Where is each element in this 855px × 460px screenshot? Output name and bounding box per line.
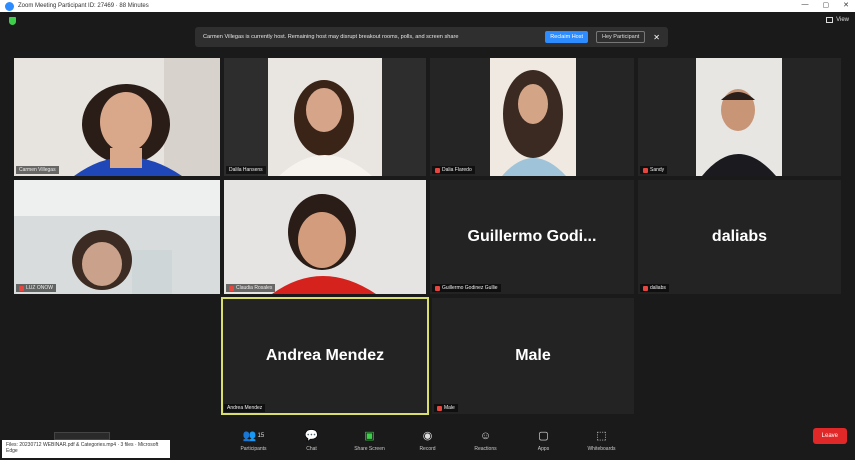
participant-display-name: Male [515, 347, 551, 364]
title-bar: Zoom Meeting Participant ID: 27469 · 88 … [0, 0, 855, 12]
name-tag: Dalila Hansens [226, 166, 266, 174]
hey-participant-button[interactable]: Hey Participant [596, 31, 646, 43]
video-tile-claudia[interactable]: Claudia Rosales [224, 180, 426, 294]
whiteboards-button[interactable]: ⬚ Whiteboards [579, 429, 625, 452]
maximize-button[interactable]: ▢ [823, 1, 830, 9]
muted-mic-icon [435, 285, 440, 291]
record-icon: ◉ [422, 430, 433, 442]
video-tile-daliabs[interactable]: daliabs daliabs [638, 180, 841, 294]
security-shield-icon[interactable] [9, 17, 16, 25]
participant-display-name: Andrea Mendez [265, 347, 385, 364]
video-tile-dalila[interactable]: Dalila Hansens [224, 58, 426, 176]
name-tag: Andrea Mendez [224, 404, 266, 412]
participant-name: daliabs [650, 285, 666, 291]
participant-name: Sandy [650, 167, 665, 173]
apps-icon: ▢ [538, 430, 549, 442]
muted-mic-icon [19, 285, 24, 291]
name-tag: Guillermo Godinez Gullie [432, 284, 501, 292]
host-banner: Carmen Villegas is currently host. Remai… [195, 27, 668, 47]
view-label: View [836, 17, 849, 23]
reactions-button[interactable]: ☺ Reactions [463, 429, 509, 452]
apps-button[interactable]: ▢ Apps [521, 429, 567, 452]
video-tile-andrea[interactable]: Andrea Mendez Andrea Mendez [221, 297, 429, 415]
participant-video [14, 180, 220, 294]
participant-name: Guillermo Godinez Gullie [442, 285, 498, 291]
participant-name: Dalia Flaredo [442, 167, 472, 173]
video-tile-carmen[interactable]: Carmen Villegas [14, 58, 220, 176]
name-tag: LUZ ONOW [16, 284, 56, 292]
participant-video [638, 58, 841, 176]
name-tag: Male [434, 404, 458, 412]
participant-name: Dalila Hansens [229, 167, 263, 173]
participant-display-name: daliabs [711, 228, 768, 245]
grid-icon [826, 17, 834, 23]
whiteboards-label: Whiteboards [587, 445, 616, 452]
participant-name: Carmen Villegas [19, 167, 56, 173]
muted-mic-icon [643, 167, 648, 173]
reclaim-host-button[interactable]: Reclaim Host [545, 31, 588, 43]
host-banner-message: Carmen Villegas is currently host. Remai… [203, 34, 459, 40]
download-notice[interactable]: Files: 20230712 WEBINAR.pdf & Categories… [2, 440, 170, 458]
share-screen-icon: ▣ [364, 430, 375, 442]
participants-button[interactable]: 👥 15 Participants [231, 429, 277, 452]
muted-mic-icon [643, 285, 648, 291]
reactions-icon: ☺ [479, 429, 492, 442]
window-title: Zoom Meeting Participant ID: 27469 · 88 … [18, 3, 149, 9]
video-tile-guillermo[interactable]: Guillermo Godi... Guillermo Godinez Gull… [430, 180, 634, 294]
reactions-label: Reactions [474, 445, 497, 452]
minimize-button[interactable]: — [802, 1, 809, 9]
name-tag: daliabs [640, 284, 669, 292]
minimized-panel[interactable] [54, 432, 110, 440]
participant-video [430, 58, 634, 176]
participant-count: 15 [257, 432, 265, 439]
chat-icon: 💬 [304, 430, 319, 442]
name-tag: Sandy [640, 166, 668, 174]
share-screen-button[interactable]: ▣ Share Screen [347, 429, 393, 452]
video-tile-sandy[interactable]: Sandy [638, 58, 841, 176]
name-tag: Claudia Rosales [226, 284, 276, 292]
window-controls: — ▢ ✕ [802, 1, 850, 9]
participant-name: Male [444, 405, 455, 411]
participant-video [14, 58, 220, 176]
participants-label: Participants [240, 445, 267, 452]
record-label: Record [419, 445, 436, 452]
muted-mic-icon [229, 285, 234, 291]
name-tag: Dalia Flaredo [432, 166, 475, 174]
apps-label: Apps [537, 445, 550, 452]
video-tile-luz[interactable]: LUZ ONOW [14, 180, 220, 294]
participant-name: Claudia Rosales [236, 285, 273, 291]
close-window-button[interactable]: ✕ [843, 1, 849, 9]
muted-mic-icon [437, 405, 442, 411]
name-tag: Carmen Villegas [16, 166, 59, 174]
participant-video [224, 58, 426, 176]
video-tile-dalia[interactable]: Dalia Flaredo [430, 58, 634, 176]
participant-name: Andrea Mendez [227, 405, 263, 411]
chat-label: Chat [306, 445, 317, 452]
leave-button[interactable]: Leave [812, 428, 847, 444]
participant-name: LUZ ONOW [26, 285, 53, 291]
close-icon[interactable]: ✕ [653, 33, 660, 42]
record-button[interactable]: ◉ Record [405, 429, 451, 452]
chat-button[interactable]: 💬 Chat [289, 429, 335, 452]
video-tile-male[interactable]: Male Male [432, 298, 634, 414]
share-screen-label: Share Screen [354, 445, 385, 452]
view-button[interactable]: View [826, 17, 849, 23]
participants-icon: 👥 15 [242, 430, 265, 442]
muted-mic-icon [435, 167, 440, 173]
participant-display-name: Guillermo Godi... [467, 228, 597, 245]
meeting-stage: View Carmen Villegas is currently host. … [0, 12, 855, 460]
zoom-logo-icon [5, 1, 14, 11]
participant-video [224, 180, 426, 294]
whiteboards-icon: ⬚ [596, 430, 607, 442]
